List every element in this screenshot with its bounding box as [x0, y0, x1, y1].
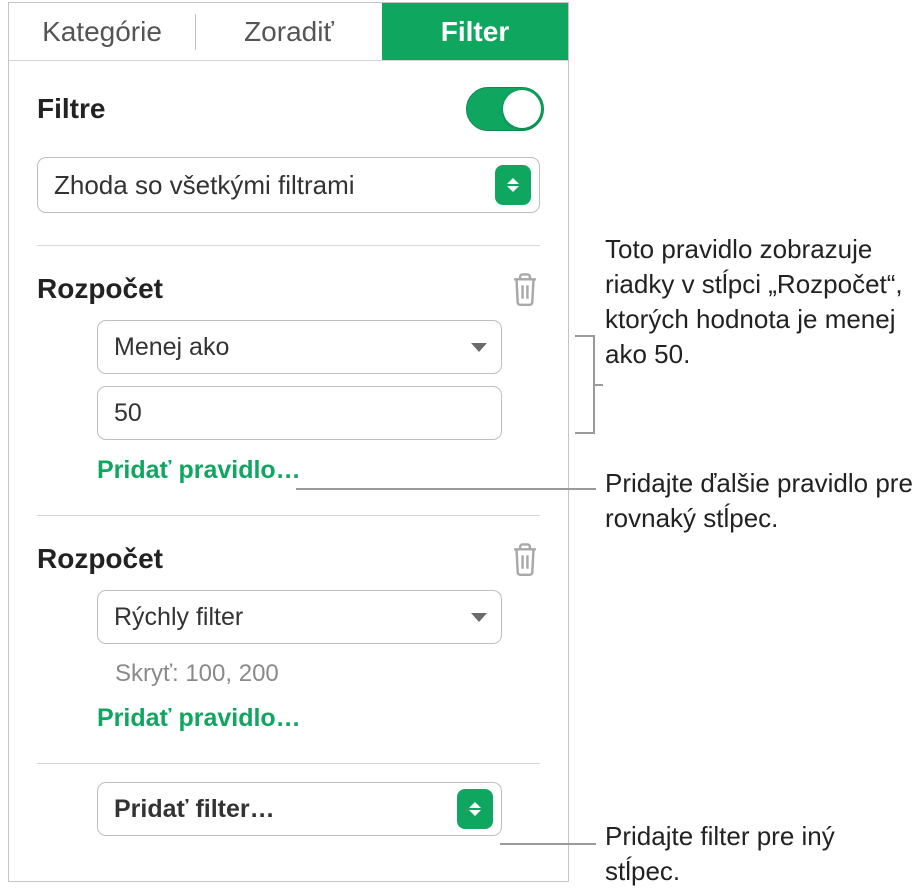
annotation-text: Pridajte ďalšie pravidlo pre rovnaký stĺ…	[605, 466, 915, 536]
annotation-text: Toto pravidlo zobrazuje riadky v stĺpci …	[605, 232, 915, 372]
rule-type-label: Menej ako	[114, 333, 229, 362]
filter-group-header: Rozpočet	[9, 524, 568, 590]
divider	[37, 763, 540, 764]
callout-line	[575, 432, 595, 434]
filter-rule-block: Menej ako Pridať pravidlo…	[9, 320, 568, 507]
filter-sidebar: Kategórie Zoradiť Filter Filtre Zhoda so…	[8, 2, 569, 882]
chevron-down-icon	[471, 613, 487, 622]
tab-filter[interactable]: Filter	[382, 3, 568, 60]
filters-header-row: Filtre	[9, 61, 568, 151]
trash-icon[interactable]	[510, 272, 540, 306]
filter-rule-block: Rýchly filter Skryť: 100, 200 Pridať pra…	[9, 590, 568, 755]
trash-icon[interactable]	[510, 542, 540, 576]
match-dropdown[interactable]: Zhoda so všetkými filtrami	[37, 157, 540, 213]
toggle-knob	[503, 90, 541, 128]
sidebar-tabs: Kategórie Zoradiť Filter	[9, 3, 568, 61]
add-filter-dropdown[interactable]: Pridať filter…	[97, 782, 502, 836]
rule-value-input[interactable]	[97, 386, 502, 440]
tab-sort-label: Zoradiť	[244, 16, 334, 48]
filter-group-header: Rozpočet	[9, 254, 568, 320]
rule-type-dropdown[interactable]: Menej ako	[97, 320, 502, 374]
updown-chevron-icon	[457, 789, 493, 829]
filters-toggle[interactable]	[466, 87, 544, 131]
tab-categories[interactable]: Kategórie	[9, 3, 195, 60]
filter-group-column: Rozpočet	[37, 273, 163, 305]
callout-line	[500, 843, 596, 845]
callout-line	[296, 488, 596, 490]
filters-title: Filtre	[37, 93, 105, 125]
add-rule-link[interactable]: Pridať pravidlo…	[97, 698, 301, 755]
tab-sort[interactable]: Zoradiť	[196, 3, 382, 60]
match-dropdown-label: Zhoda so všetkými filtrami	[54, 170, 355, 201]
quick-filter-hide-text: Skryť: 100, 200	[97, 656, 502, 698]
callout-line	[595, 384, 603, 386]
updown-chevron-icon	[495, 165, 531, 205]
tab-filter-label: Filter	[441, 16, 509, 48]
filter-group-column: Rozpočet	[37, 543, 163, 575]
callout-line	[575, 335, 595, 337]
rule-type-label: Rýchly filter	[114, 603, 243, 632]
rule-type-dropdown[interactable]: Rýchly filter	[97, 590, 502, 644]
add-filter-label: Pridať filter…	[114, 795, 275, 824]
divider	[37, 245, 540, 246]
tab-categories-label: Kategórie	[42, 16, 162, 48]
annotation-text: Pridajte filter pre iný stĺpec.	[605, 819, 905, 889]
divider	[37, 515, 540, 516]
chevron-down-icon	[471, 343, 487, 352]
add-rule-link[interactable]: Pridať pravidlo…	[97, 450, 301, 507]
